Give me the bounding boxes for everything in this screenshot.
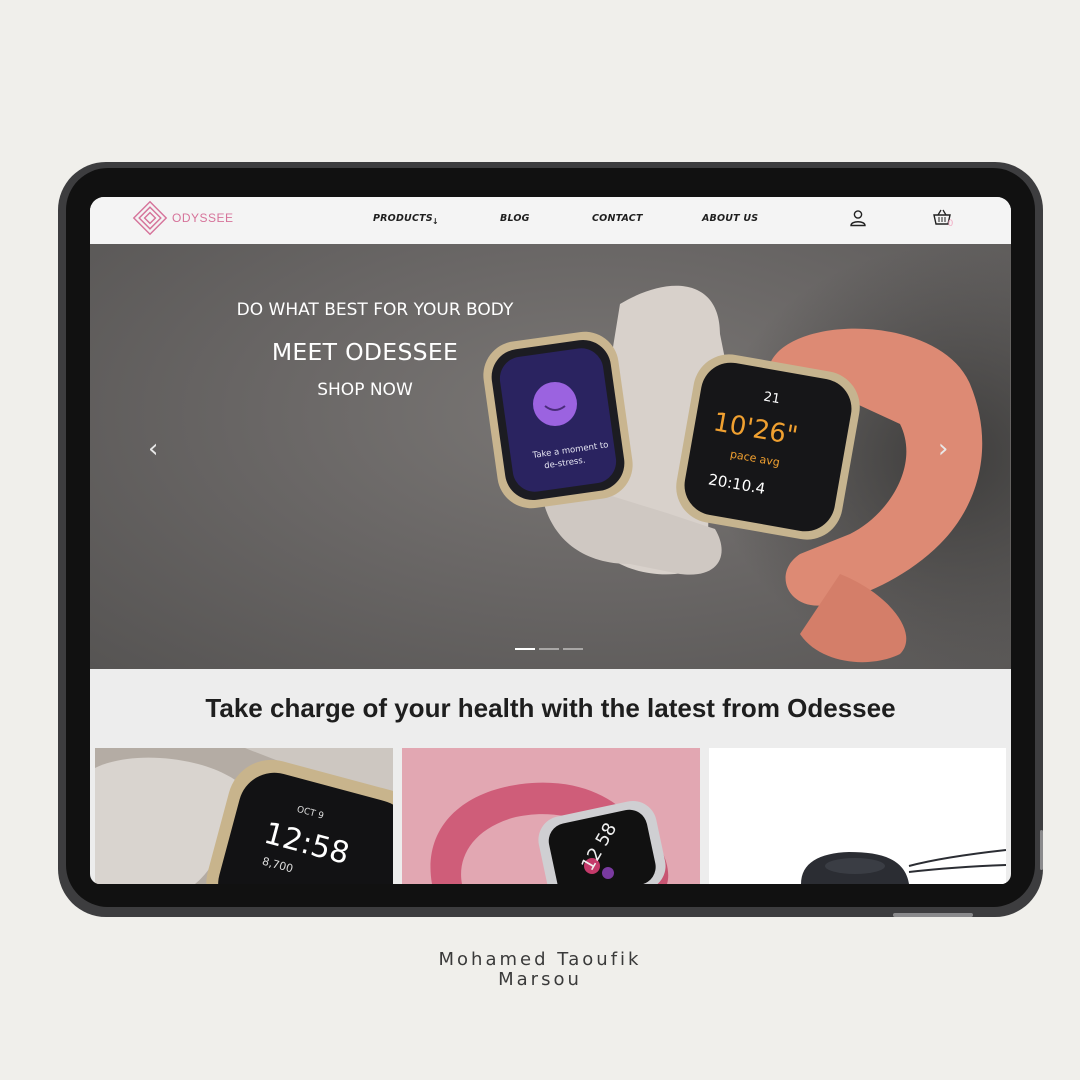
brand-name: ODYSSEE bbox=[172, 211, 234, 225]
nav-contact-label: CONTACT bbox=[592, 213, 643, 224]
carousel-dot-3[interactable] bbox=[563, 648, 583, 650]
nav-products-label: PRODUCTS bbox=[373, 213, 433, 224]
website-screen: ODYSSEE PRODUCTS↓ BLOG CONTACT ABOUT US bbox=[90, 197, 1011, 884]
hero-carousel: Take a moment to de-stress. 21 10'26" pa… bbox=[90, 244, 1011, 669]
charging-dock-image bbox=[709, 748, 1006, 884]
hero-title: MEET ODESSEE bbox=[271, 338, 459, 366]
product-card-sense-watch[interactable]: OCT 9 12:58 8,700 bbox=[95, 748, 393, 884]
nav-products[interactable]: PRODUCTS↓ bbox=[373, 213, 439, 226]
nav-contact[interactable]: CONTACT bbox=[592, 213, 643, 224]
chevron-down-icon: ↓ bbox=[431, 217, 439, 226]
hero-tagline: DO WHAT BEST FOR YOUR BODY bbox=[236, 300, 514, 320]
tablet-side-button bbox=[1040, 830, 1043, 870]
designer-credit: Mohamed Taoufik Marsou bbox=[0, 950, 1080, 990]
cart-button[interactable]: 0 bbox=[932, 209, 958, 233]
credit-line-2: Marsou bbox=[498, 969, 582, 990]
nav-blog[interactable]: BLOG bbox=[500, 213, 530, 224]
diamond-logo-icon bbox=[132, 200, 168, 236]
sense-watch-image: OCT 9 12:58 8,700 bbox=[95, 748, 393, 884]
carousel-prev-button[interactable]: ‹ bbox=[148, 434, 158, 464]
carousel-dot-1[interactable] bbox=[515, 648, 535, 650]
nav-blog-label: BLOG bbox=[500, 213, 530, 224]
cart-count-badge: 0 bbox=[948, 218, 954, 228]
account-button[interactable] bbox=[849, 209, 867, 232]
credit-line-1: Mohamed Taoufik bbox=[438, 949, 642, 970]
smartwatch-product-image: Take a moment to de-stress. 21 10'26" pa… bbox=[483, 285, 983, 663]
shop-now-button[interactable]: SHOP NOW bbox=[230, 380, 500, 400]
brand-logo[interactable]: ODYSSEE bbox=[132, 200, 234, 236]
carousel-dot-2[interactable] bbox=[539, 648, 559, 650]
top-navigation: ODYSSEE PRODUCTS↓ BLOG CONTACT ABOUT US bbox=[90, 197, 1011, 244]
carousel-next-button[interactable]: › bbox=[938, 434, 948, 464]
tablet-bottom-button bbox=[893, 913, 973, 917]
user-icon bbox=[850, 210, 866, 227]
section-heading: Take charge of your health with the late… bbox=[205, 693, 896, 723]
product-card-charging-dock[interactable] bbox=[709, 748, 1006, 884]
nav-about-us[interactable]: ABOUT US bbox=[702, 213, 758, 224]
product-card-luxe-tracker[interactable]: 12 58 bbox=[402, 748, 700, 884]
carousel-indicators bbox=[515, 648, 583, 650]
svg-text:21: 21 bbox=[762, 390, 781, 408]
luxe-tracker-image: 12 58 bbox=[402, 748, 700, 884]
nav-about-label: ABOUT US bbox=[702, 213, 759, 224]
